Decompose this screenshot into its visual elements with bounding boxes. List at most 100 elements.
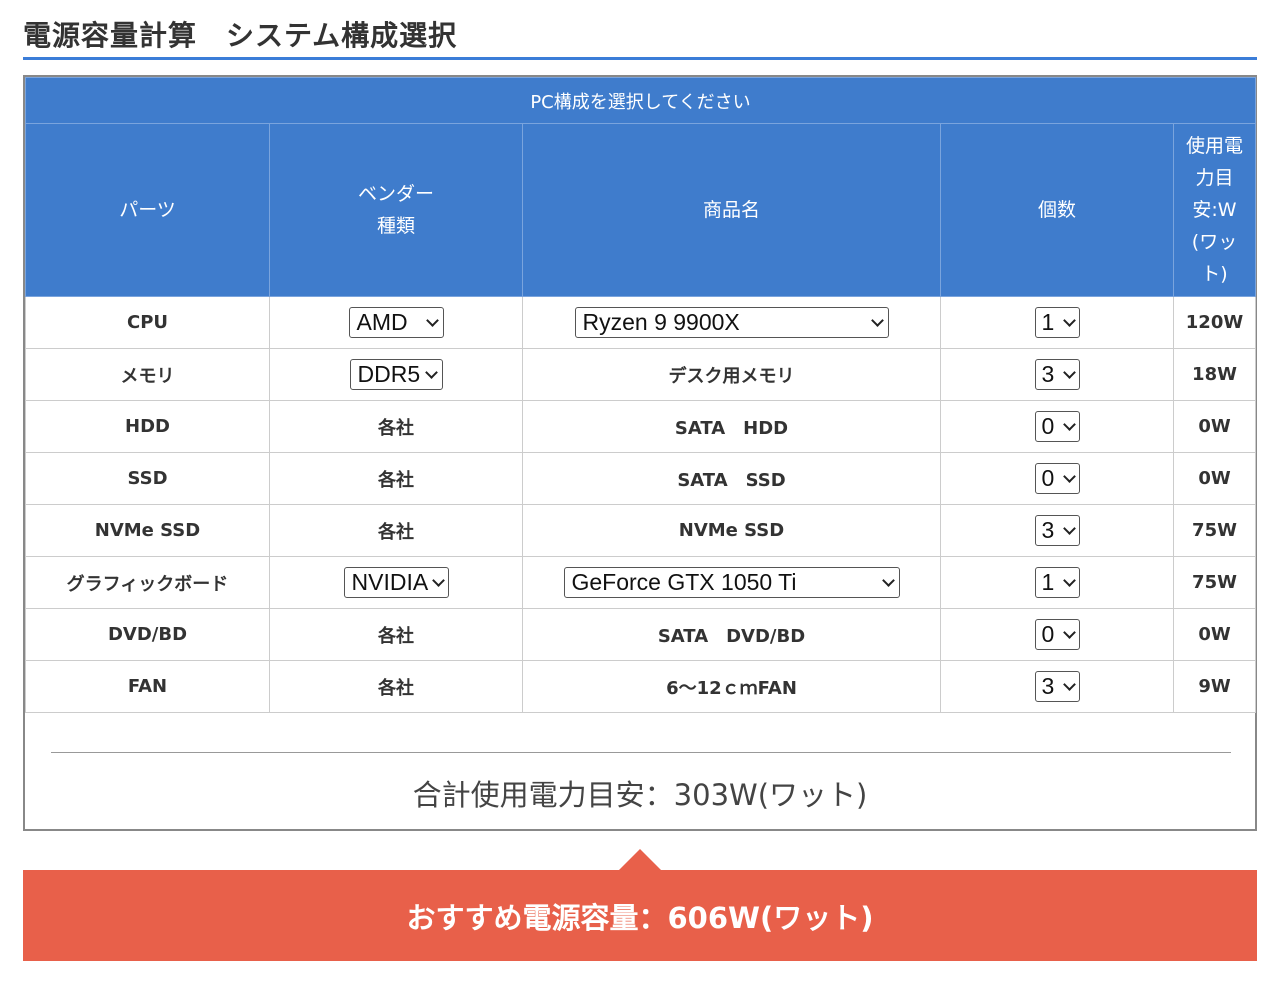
table-row: FAN 各社 6～12ｃｍFAN 3 9W xyxy=(25,660,1257,713)
table-row: HDD 各社 SATA HDD 0 0W xyxy=(25,400,1257,453)
product-select-value: GeForce GTX 1050 Ti xyxy=(571,569,797,595)
quantity-select-value: 3 xyxy=(1041,361,1055,387)
table-row: グラフィックボード NVIDIA GeForce GTX 1050 Ti 1 7… xyxy=(25,556,1257,609)
quantity-cell: 1 xyxy=(940,556,1174,609)
part-cell: HDD xyxy=(25,400,270,453)
product-cell: SATA HDD xyxy=(522,400,941,453)
product-cell: GeForce GTX 1050 Ti xyxy=(522,556,941,609)
vendor-cell: 各社 xyxy=(269,452,523,505)
product-select-value: Ryzen 9 9900X xyxy=(582,309,740,335)
product-cell: 6～12ｃｍFAN xyxy=(522,660,941,713)
quantity-select-value: 1 xyxy=(1041,569,1055,595)
quantity-select[interactable]: 0 xyxy=(1034,411,1080,442)
watt-cell: 75W xyxy=(1172,556,1257,609)
product-cell: NVMe SSD xyxy=(522,504,941,557)
quantity-select[interactable]: 1 xyxy=(1034,567,1080,598)
part-cell: FAN xyxy=(25,660,270,713)
watt-cell: 75W xyxy=(1172,504,1257,557)
vendor-select-value: DDR5 xyxy=(357,361,421,387)
chevron-down-icon xyxy=(424,365,438,379)
chevron-down-icon xyxy=(425,313,439,327)
recommended-psu-banner: おすすめ電源容量：606W(ワット) xyxy=(23,870,1257,961)
chevron-down-icon xyxy=(1062,469,1076,483)
chevron-down-icon xyxy=(1062,573,1076,587)
quantity-cell: 1 xyxy=(940,296,1174,349)
total-power-estimate: 合計使用電力目安：303W(ワット) xyxy=(412,778,868,812)
recommend-arrow-icon xyxy=(618,849,662,871)
vendor-cell: AMD xyxy=(269,296,523,349)
vendor-select[interactable]: DDR5 xyxy=(349,359,443,390)
header-watt: 使用電力目安:W(ワット) xyxy=(1172,123,1257,297)
vendor-select-value: NVIDIA xyxy=(351,569,429,595)
header-vendor: ベンダー 種類 xyxy=(269,123,523,297)
quantity-select[interactable]: 0 xyxy=(1034,463,1080,494)
chevron-down-icon xyxy=(881,573,895,587)
total-divider xyxy=(51,752,1231,753)
quantity-select[interactable]: 3 xyxy=(1034,359,1080,390)
table-row: DVD/BD 各社 SATA DVD/BD 0 0W xyxy=(25,608,1257,661)
part-cell: グラフィックボード xyxy=(25,556,270,609)
watt-cell: 9W xyxy=(1172,660,1257,713)
table-row: NVMe SSD 各社 NVMe SSD 3 75W xyxy=(25,504,1257,557)
chevron-down-icon xyxy=(1062,417,1076,431)
chevron-down-icon xyxy=(1062,677,1076,691)
vendor-cell: 各社 xyxy=(269,400,523,453)
chevron-down-icon xyxy=(1062,521,1076,535)
quantity-cell: 3 xyxy=(940,348,1174,401)
chevron-down-icon xyxy=(1062,313,1076,327)
header-vendor-line2: 種類 xyxy=(376,215,415,237)
pc-config-table: PC構成を選択してください パーツ ベンダー 種類 商品名 個数 使用電力目安:… xyxy=(24,77,1257,713)
vendor-select[interactable]: NVIDIA xyxy=(343,567,449,598)
watt-cell: 120W xyxy=(1172,296,1257,349)
table-caption: PC構成を選択してください xyxy=(24,77,1257,124)
quantity-select-value: 1 xyxy=(1041,309,1055,335)
header-vendor-line1: ベンダー xyxy=(357,183,434,205)
watt-cell: 18W xyxy=(1172,348,1257,401)
table-row: SSD 各社 SATA SSD 0 0W xyxy=(25,452,1257,505)
product-cell: SATA SSD xyxy=(522,452,941,505)
part-cell: NVMe SSD xyxy=(25,504,270,557)
header-quantity: 個数 xyxy=(940,123,1174,297)
vendor-cell: 各社 xyxy=(269,608,523,661)
quantity-cell: 0 xyxy=(940,400,1174,453)
quantity-select-value: 0 xyxy=(1041,621,1055,647)
vendor-select[interactable]: AMD xyxy=(348,307,444,338)
table-row: メモリ DDR5 デスク用メモリ 3 18W xyxy=(25,348,1257,401)
table-row: CPU AMD Ryzen 9 9900X 1 120W xyxy=(25,296,1257,349)
vendor-cell: 各社 xyxy=(269,660,523,713)
title-underline xyxy=(23,57,1257,60)
vendor-cell: 各社 xyxy=(269,504,523,557)
quantity-select-value: 0 xyxy=(1041,413,1055,439)
quantity-select[interactable]: 1 xyxy=(1034,307,1080,338)
part-cell: DVD/BD xyxy=(25,608,270,661)
chevron-down-icon xyxy=(1062,365,1076,379)
quantity-select[interactable]: 3 xyxy=(1034,515,1080,546)
quantity-cell: 3 xyxy=(940,660,1174,713)
watt-cell: 0W xyxy=(1172,452,1257,505)
product-select[interactable]: GeForce GTX 1050 Ti xyxy=(563,567,900,598)
product-select[interactable]: Ryzen 9 9900X xyxy=(574,307,889,338)
quantity-select-value: 3 xyxy=(1041,673,1055,699)
product-cell: Ryzen 9 9900X xyxy=(522,296,941,349)
vendor-select-value: AMD xyxy=(356,309,408,335)
quantity-select[interactable]: 0 xyxy=(1034,619,1080,650)
chevron-down-icon xyxy=(1062,625,1076,639)
chevron-down-icon xyxy=(870,313,884,327)
header-product: 商品名 xyxy=(522,123,941,297)
page-title: 電源容量計算 システム構成選択 xyxy=(23,19,458,52)
quantity-select-value: 0 xyxy=(1041,465,1055,491)
part-cell: CPU xyxy=(25,296,270,349)
quantity-select[interactable]: 3 xyxy=(1034,671,1080,702)
chevron-down-icon xyxy=(432,573,446,587)
product-cell: デスク用メモリ xyxy=(522,348,941,401)
power-calculator-panel: PC構成を選択してください パーツ ベンダー 種類 商品名 個数 使用電力目安:… xyxy=(23,75,1257,831)
quantity-select-value: 3 xyxy=(1041,517,1055,543)
vendor-cell: DDR5 xyxy=(269,348,523,401)
quantity-cell: 3 xyxy=(940,504,1174,557)
part-cell: メモリ xyxy=(25,348,270,401)
watt-cell: 0W xyxy=(1172,608,1257,661)
header-part: パーツ xyxy=(25,123,270,297)
quantity-cell: 0 xyxy=(940,452,1174,505)
product-cell: SATA DVD/BD xyxy=(522,608,941,661)
watt-cell: 0W xyxy=(1172,400,1257,453)
